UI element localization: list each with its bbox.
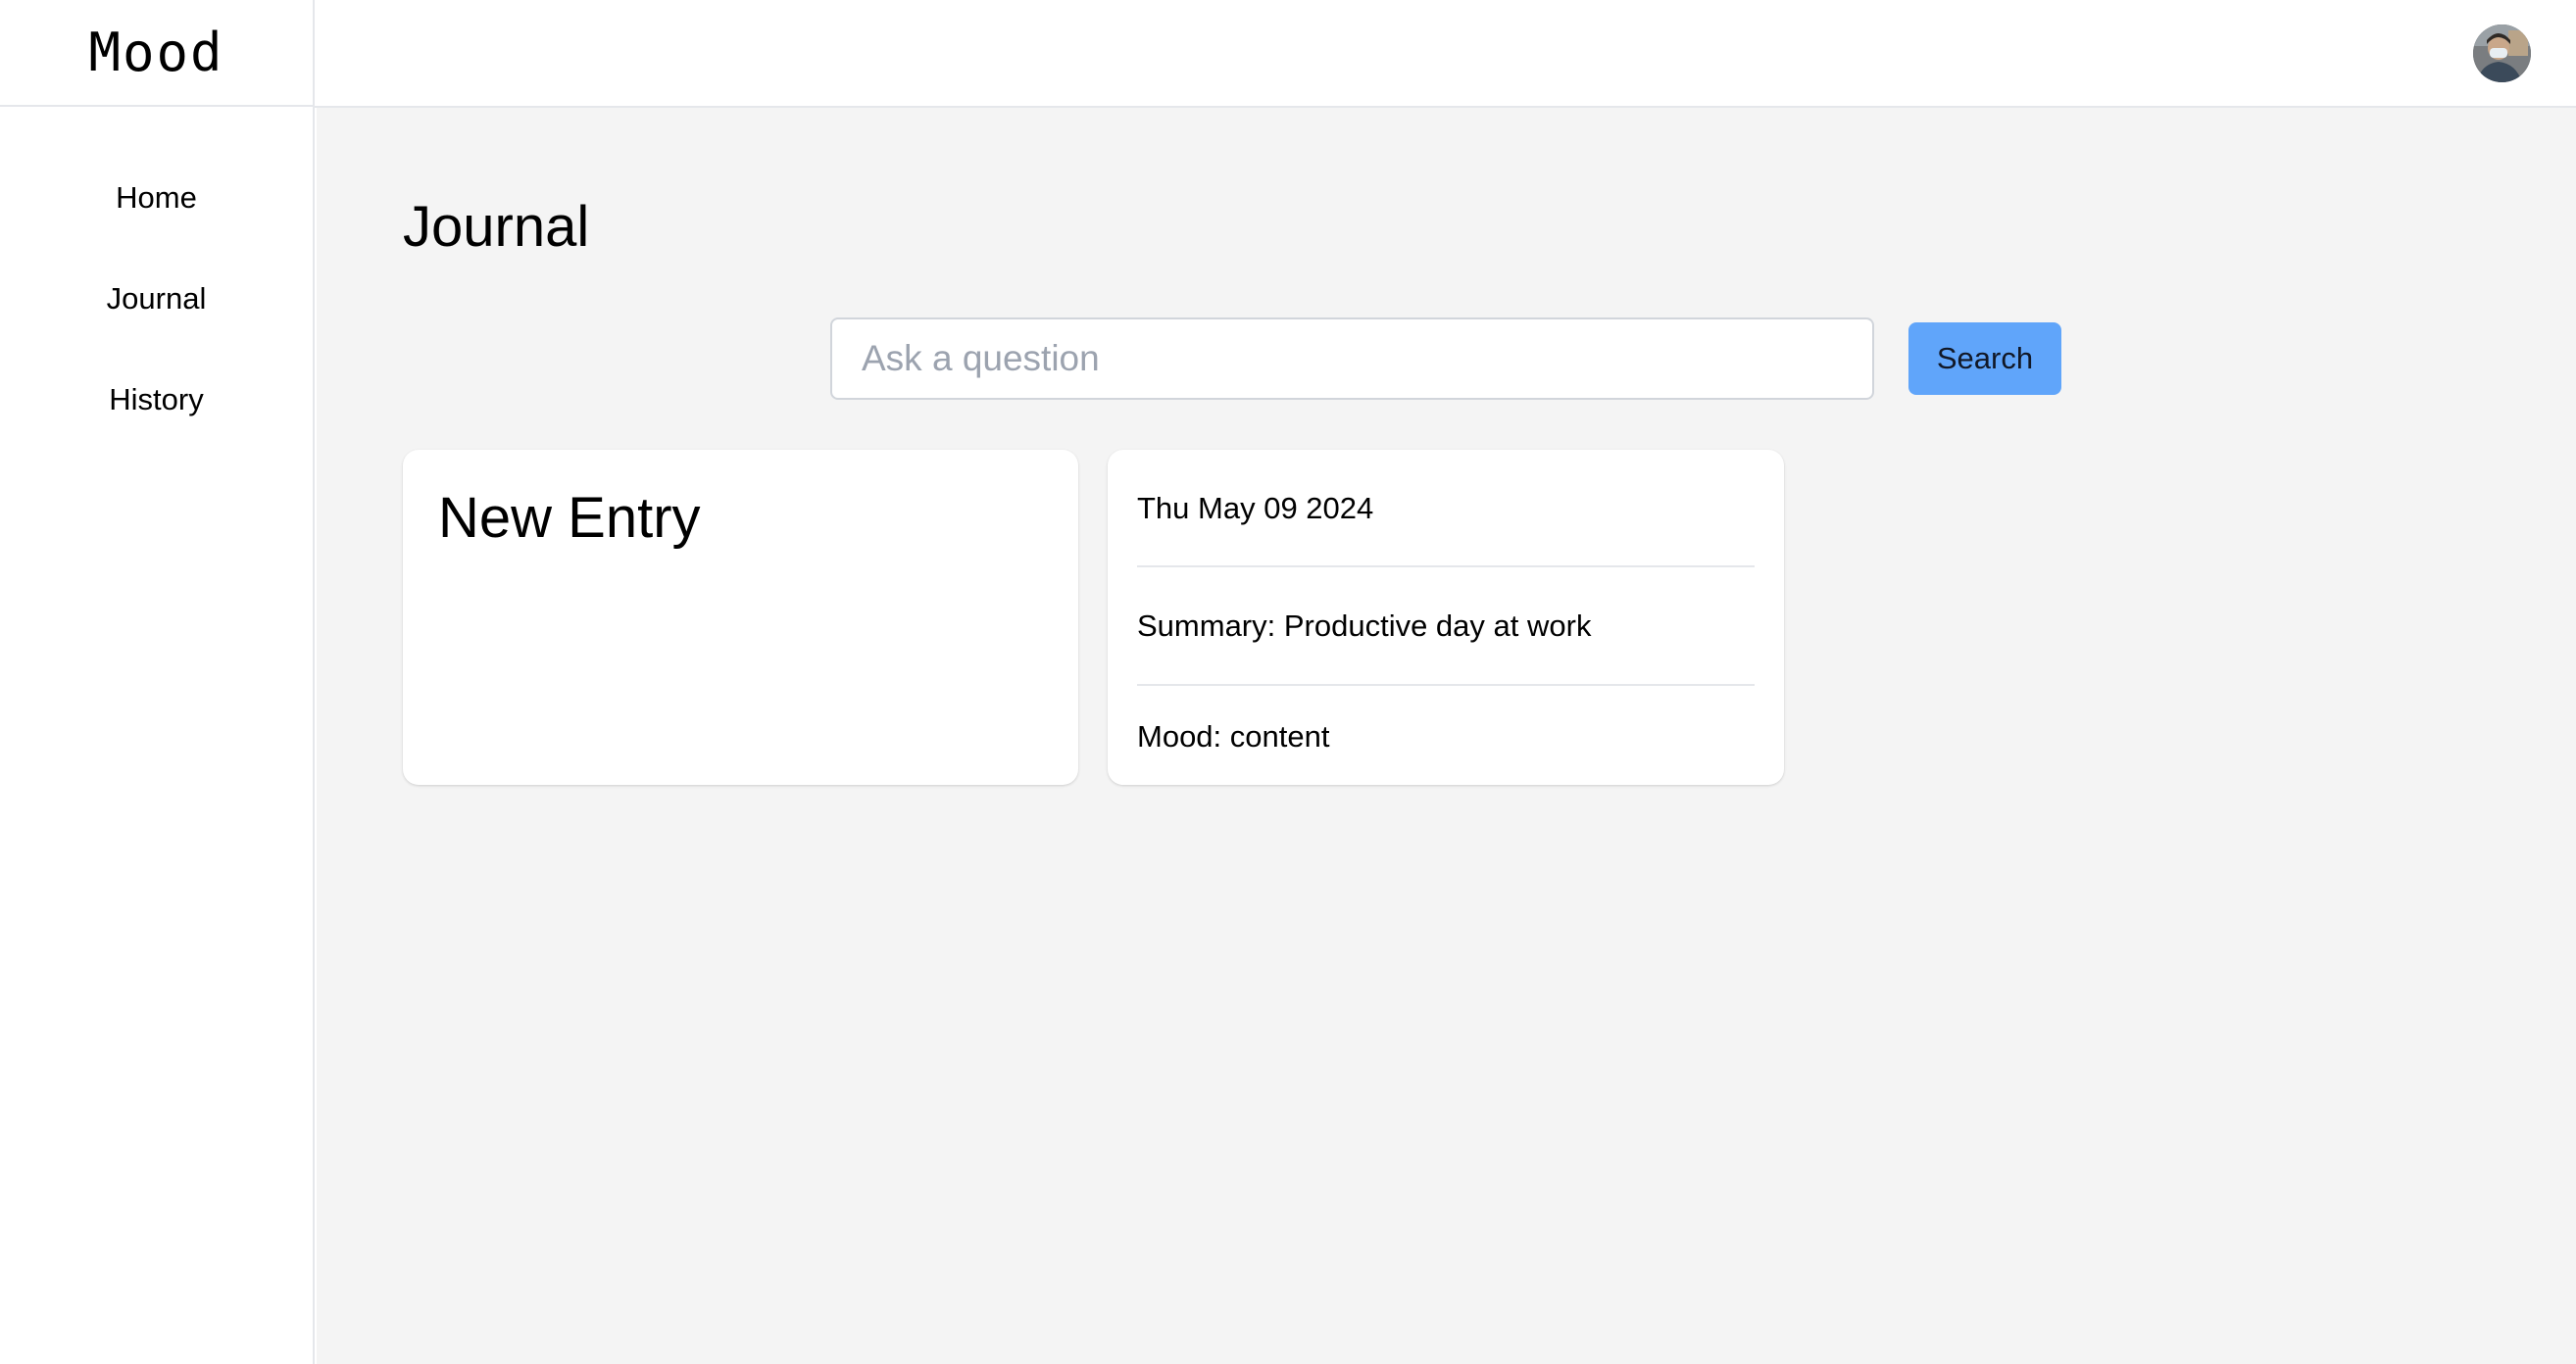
logo-area: Mood (0, 0, 313, 107)
new-entry-label: New Entry (438, 486, 701, 550)
app-logo[interactable]: Mood (88, 22, 223, 83)
avatar-icon (2473, 24, 2531, 82)
entry-date: Thu May 09 2024 (1137, 491, 1374, 525)
sidebar-item-home[interactable]: Home (0, 180, 313, 281)
new-entry-card[interactable]: New Entry (403, 450, 1078, 785)
entry-mood: Mood: content (1137, 719, 1330, 754)
top-bar (315, 0, 2576, 108)
sidebar-item-journal[interactable]: Journal (0, 281, 313, 382)
page-title: Journal (403, 195, 590, 259)
search-button[interactable]: Search (1908, 322, 2061, 395)
user-avatar[interactable] (2473, 24, 2531, 82)
sidebar: Mood Home Journal History (0, 0, 315, 1364)
entry-summary: Summary: Productive day at work (1137, 608, 1592, 643)
search-input[interactable] (830, 317, 1874, 400)
entry-card[interactable]: Thu May 09 2024 Summary: Productive day … (1108, 450, 1784, 785)
sidebar-nav: Home Journal History (0, 107, 313, 483)
sidebar-item-history[interactable]: History (0, 382, 313, 483)
main-content: Journal Search New Entry Thu May 09 2024… (317, 108, 2576, 1364)
